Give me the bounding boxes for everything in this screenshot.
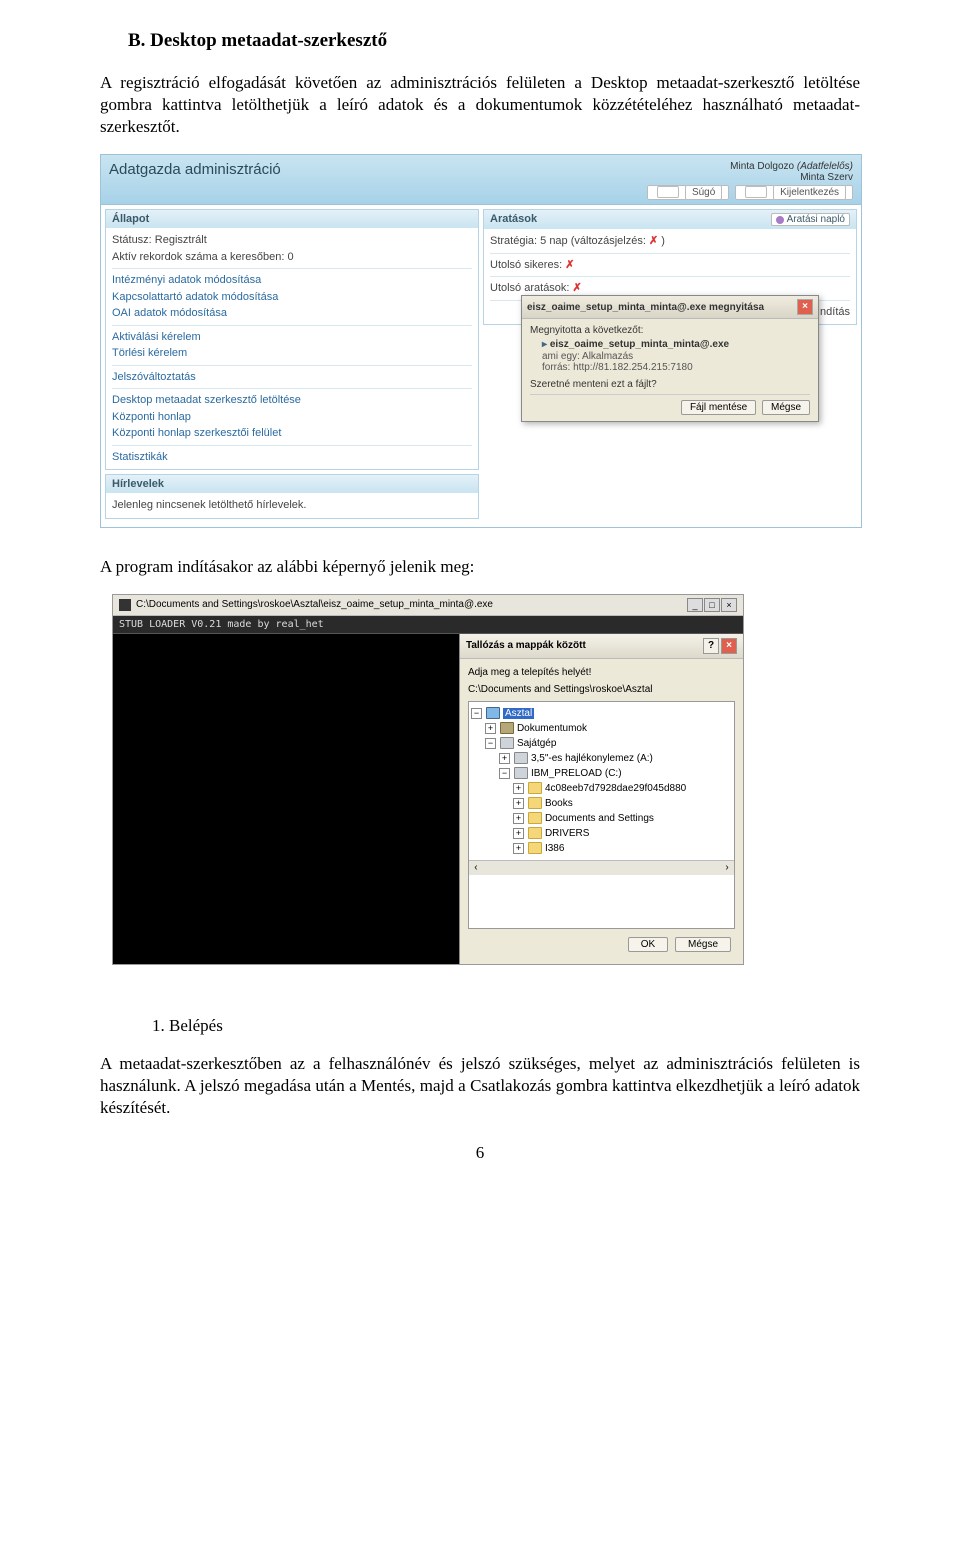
step-1: 1. Belépés — [152, 1015, 860, 1037]
download-popup: eisz_oaime_setup_minta_minta@.exe megnyi… — [521, 295, 819, 422]
admin-screenshot: Adatgazda adminisztráció Minta Dolgozo (… — [100, 154, 862, 528]
popup-source: forrás: http://81.182.254.215:7180 — [542, 362, 810, 373]
scroll-left-icon[interactable]: ‹ — [469, 862, 483, 873]
close-icon[interactable]: × — [797, 299, 813, 315]
user-name: Minta Dolgozo — [730, 161, 794, 172]
sidebar-link[interactable]: Törlési kérelem — [112, 347, 187, 359]
folder-tree[interactable]: −Asztal +Dokumentumok −Sajátgép +3,5"-es… — [468, 701, 735, 929]
logout-link[interactable]: Kijelentkezés — [735, 185, 853, 200]
floppy-icon — [514, 752, 528, 764]
user-org: Minta Szerv — [800, 172, 853, 183]
paragraph-2: A program indításakor az alábbi képernyő… — [100, 556, 860, 578]
cancel-button[interactable]: Mégse — [675, 937, 731, 952]
sidebar-link[interactable]: Központi honlap — [112, 411, 191, 423]
aratasi-naplo-button[interactable]: Aratási napló — [771, 213, 850, 226]
paragraph-3: A metaadat-szerkesztőben az a felhasznál… — [100, 1053, 860, 1119]
popup-opened: Megnyitotta a következőt: — [530, 325, 810, 336]
folder-icon — [528, 842, 542, 854]
stub-loader-line: STUB LOADER V0.21 made by real_het — [113, 616, 743, 634]
mydocs-icon — [500, 722, 514, 734]
cmd-icon — [119, 599, 131, 611]
desktop-icon — [486, 707, 500, 719]
ok-button[interactable]: OK — [628, 937, 668, 952]
heading: B. Desktop metaadat-szerkesztő — [128, 30, 860, 52]
sidebar-link[interactable]: Központi honlap szerkesztői felület — [112, 427, 281, 439]
computer-icon — [500, 737, 514, 749]
cmd-screenshot: C:\Documents and Settings\roskoe\Asztal\… — [112, 594, 744, 965]
last-success: Utolsó sikeres: ✗ — [490, 257, 850, 274]
browse-hint: Adja meg a telepítés helyét! — [468, 667, 735, 678]
browse-path: C:\Documents and Settings\roskoe\Asztal — [468, 684, 735, 695]
sidebar-link[interactable]: Kapcsolattartó adatok módosítása — [112, 291, 278, 303]
save-file-button[interactable]: Fájl mentése — [681, 400, 756, 415]
scroll-right-icon[interactable]: › — [720, 862, 734, 873]
status-line: Státusz: Regisztrált — [112, 232, 472, 249]
paragraph-1: A regisztráció elfogadását követően az a… — [100, 72, 860, 138]
sidebar-link[interactable]: OAI adatok módosítása — [112, 307, 227, 319]
active-records: Aktív rekordok száma a keresőben: 0 — [112, 249, 472, 266]
strategy-line: Stratégia: 5 nap (változásjelzés: ✗ ) — [490, 233, 850, 250]
sidebar-link[interactable]: Aktiválási kérelem — [112, 331, 201, 343]
sidebar-link[interactable]: Intézményi adatok módosítása — [112, 274, 261, 286]
popup-title: eisz_oaime_setup_minta_minta@.exe megnyi… — [527, 302, 764, 313]
close-icon[interactable]: × — [721, 638, 737, 654]
popup-type: ami egy: Alkalmazás — [542, 351, 810, 362]
popup-file: eisz_oaime_setup_minta_minta@.exe — [542, 339, 810, 350]
cmd-title: C:\Documents and Settings\roskoe\Asztal\… — [136, 599, 493, 610]
folder-icon — [528, 812, 542, 824]
help-link[interactable]: Súgó — [647, 185, 729, 200]
popup-question: Szeretné menteni ezt a fájlt? — [530, 379, 810, 390]
admin-title: Adatgazda adminisztráció — [109, 161, 281, 198]
page-number: 6 — [100, 1143, 860, 1163]
maximize-icon[interactable]: □ — [704, 598, 720, 612]
console-area — [113, 634, 459, 964]
aratasok-head: Aratások — [490, 213, 537, 226]
browse-title: Tallózás a mappák között — [466, 640, 586, 651]
folder-icon — [528, 827, 542, 839]
drive-icon — [514, 767, 528, 779]
help-icon[interactable]: ? — [703, 638, 719, 654]
minimize-icon[interactable]: _ — [687, 598, 703, 612]
folder-icon — [528, 782, 542, 794]
cancel-button[interactable]: Mégse — [762, 400, 810, 415]
folder-icon — [528, 797, 542, 809]
allapot-head: Állapot — [112, 213, 149, 225]
hirlevelek-body: Jelenleg nincsenek letölthető hírlevelek… — [106, 493, 478, 518]
user-role: (Adatfelelős) — [797, 161, 853, 172]
hirlevelek-head: Hírlevelek — [112, 478, 164, 490]
sidebar-link[interactable]: Desktop metaadat szerkesztő letöltése — [112, 394, 301, 406]
close-icon[interactable]: × — [721, 598, 737, 612]
sidebar-link[interactable]: Jelszóváltoztatás — [112, 371, 196, 383]
browse-dialog: Tallózás a mappák között ? × Adja meg a … — [459, 634, 743, 964]
sidebar-link[interactable]: Statisztikák — [112, 451, 168, 463]
